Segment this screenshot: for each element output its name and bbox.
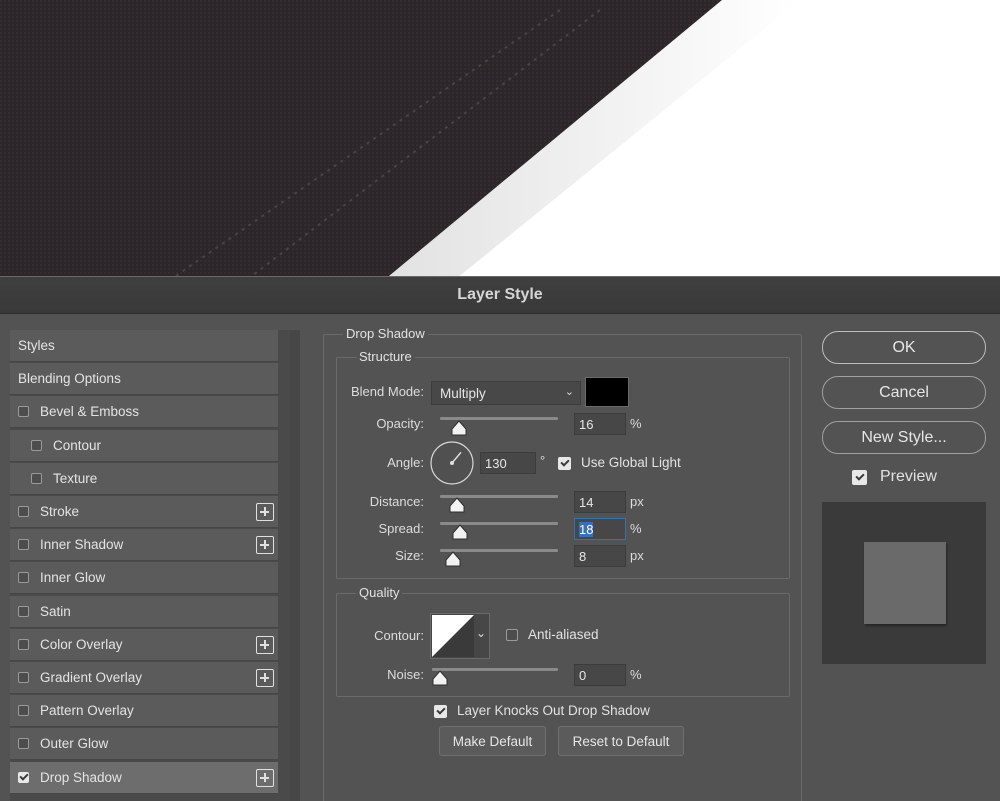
contour-linear-icon bbox=[432, 615, 474, 657]
style-preview bbox=[822, 502, 986, 664]
styles-item-checkbox[interactable] bbox=[18, 772, 29, 783]
chevron-down-icon: ⌄ bbox=[476, 626, 487, 640]
contour-picker[interactable]: ⌄ bbox=[430, 613, 490, 659]
blend-mode-label: Blend Mode: bbox=[351, 384, 424, 399]
styles-item-checkbox[interactable] bbox=[18, 406, 29, 417]
noise-unit: % bbox=[630, 667, 642, 682]
make-default-button[interactable]: Make Default bbox=[439, 726, 546, 756]
size-input[interactable]: 8 bbox=[574, 545, 626, 567]
styles-item-label: Inner Shadow bbox=[40, 537, 124, 552]
angle-dial[interactable] bbox=[430, 441, 474, 485]
size-unit: px bbox=[630, 548, 644, 563]
new-style-button[interactable]: New Style... bbox=[822, 421, 986, 454]
styles-item-texture[interactable]: Texture bbox=[10, 463, 278, 495]
layer-style-dialog: Layer Style Styles Blending Options Bevel … bbox=[0, 276, 1000, 801]
styles-item-checkbox[interactable] bbox=[18, 639, 29, 650]
distance-input[interactable]: 14 bbox=[574, 491, 626, 513]
knockout-checkbox[interactable] bbox=[434, 705, 447, 718]
spread-unit: % bbox=[630, 521, 642, 536]
anti-aliased-label: Anti-aliased bbox=[528, 627, 599, 642]
styles-item-checkbox[interactable] bbox=[18, 672, 29, 683]
contour-label: Contour: bbox=[374, 628, 424, 643]
drop-shadow-title: Drop Shadow bbox=[343, 326, 428, 341]
preview-checkbox[interactable] bbox=[852, 470, 867, 485]
cancel-button[interactable]: Cancel bbox=[822, 376, 986, 409]
add-effect-icon[interactable] bbox=[256, 536, 274, 554]
quality-title: Quality bbox=[356, 585, 403, 600]
styles-item-checkbox[interactable] bbox=[31, 473, 42, 484]
shadow-color-swatch[interactable] bbox=[585, 377, 629, 407]
styles-item-checkbox[interactable] bbox=[18, 738, 29, 749]
blend-mode-select[interactable]: Multiply ⌄ bbox=[431, 381, 581, 405]
styles-item-pattern-overlay[interactable]: Pattern Overlay bbox=[10, 695, 278, 727]
styles-item-checkbox[interactable] bbox=[18, 572, 29, 583]
reset-to-default-button[interactable]: Reset to Default bbox=[558, 726, 684, 756]
dialog-titlebar: Layer Style bbox=[0, 277, 1000, 314]
opacity-label: Opacity: bbox=[376, 416, 424, 431]
styles-item-checkbox[interactable] bbox=[18, 705, 29, 716]
styles-item-drop-shadow[interactable]: Drop Shadow bbox=[10, 762, 278, 794]
styles-item-color-overlay[interactable]: Color Overlay bbox=[10, 629, 278, 661]
styles-item-checkbox[interactable] bbox=[31, 440, 42, 451]
noise-input[interactable]: 0 bbox=[574, 664, 626, 686]
styles-item-stroke[interactable]: Stroke bbox=[10, 496, 278, 528]
blend-mode-value: Multiply bbox=[440, 385, 486, 401]
styles-item-label: Texture bbox=[53, 471, 98, 486]
styles-item-label: Bevel & Emboss bbox=[40, 404, 140, 419]
chevron-down-icon: ⌄ bbox=[564, 386, 574, 398]
styles-item-label: Blending Options bbox=[18, 371, 121, 386]
preview-swatch bbox=[864, 542, 946, 624]
distance-label: Distance: bbox=[369, 494, 424, 509]
styles-item-label: Styles bbox=[18, 338, 55, 353]
styles-item-label: Gradient Overlay bbox=[40, 670, 143, 685]
global-light-checkbox[interactable] bbox=[558, 457, 571, 470]
add-effect-icon[interactable] bbox=[256, 503, 274, 521]
styles-item-styles[interactable]: Styles bbox=[10, 330, 278, 362]
noise-slider-track[interactable] bbox=[432, 668, 558, 671]
styles-item-label: Drop Shadow bbox=[40, 770, 122, 785]
styles-item-contour[interactable]: Contour bbox=[10, 430, 278, 462]
global-light-label: Use Global Light bbox=[581, 455, 681, 470]
styles-item-checkbox[interactable] bbox=[18, 539, 29, 550]
anti-aliased-checkbox[interactable] bbox=[506, 629, 518, 641]
styles-item-gradient-overlay[interactable]: Gradient Overlay bbox=[10, 662, 278, 694]
background-photo bbox=[0, 0, 1000, 300]
add-effect-icon[interactable] bbox=[256, 636, 274, 654]
angle-unit: ° bbox=[540, 453, 546, 468]
styles-item-inner-glow[interactable]: Inner Glow bbox=[10, 562, 278, 594]
styles-item-label: Satin bbox=[40, 604, 71, 619]
styles-item-outer-glow[interactable]: Outer Glow bbox=[10, 728, 278, 760]
styles-item-label: Pattern Overlay bbox=[40, 703, 134, 718]
opacity-unit: % bbox=[630, 416, 642, 431]
noise-label: Noise: bbox=[387, 667, 424, 682]
styles-item-checkbox[interactable] bbox=[18, 606, 29, 617]
styles-item-satin[interactable]: Satin bbox=[10, 596, 278, 628]
ok-button[interactable]: OK bbox=[822, 331, 986, 364]
styles-item-label: Inner Glow bbox=[40, 570, 106, 585]
angle-input[interactable]: 130 bbox=[480, 452, 536, 474]
preview-label: Preview bbox=[880, 468, 937, 485]
styles-item-inner-shadow[interactable]: Inner Shadow bbox=[10, 529, 278, 561]
structure-title: Structure bbox=[356, 349, 415, 364]
styles-item-label: Stroke bbox=[40, 504, 80, 519]
add-effect-icon[interactable] bbox=[256, 669, 274, 687]
opacity-input[interactable]: 16 bbox=[574, 413, 626, 435]
spread-label: Spread: bbox=[378, 521, 424, 536]
dialog-title: Layer Style bbox=[457, 286, 543, 303]
size-label: Size: bbox=[395, 548, 424, 563]
knockout-label: Layer Knocks Out Drop Shadow bbox=[457, 703, 650, 718]
spread-input[interactable]: 18 bbox=[574, 518, 626, 540]
add-effect-icon[interactable] bbox=[256, 769, 274, 787]
styles-item-blending-options[interactable]: Blending Options bbox=[10, 363, 278, 395]
styles-item-checkbox[interactable] bbox=[18, 506, 29, 517]
styles-item-label: Contour bbox=[53, 438, 102, 453]
styles-item-label: Color Overlay bbox=[40, 637, 123, 652]
styles-item-bevel-emboss[interactable]: Bevel & Emboss bbox=[10, 396, 278, 428]
styles-item-label: Outer Glow bbox=[40, 736, 109, 751]
distance-unit: px bbox=[630, 494, 644, 509]
styles-list: Styles Blending Options Bevel & Emboss Cont… bbox=[10, 330, 300, 801]
angle-label: Angle: bbox=[387, 455, 424, 470]
styles-scrollbar[interactable] bbox=[290, 330, 300, 801]
